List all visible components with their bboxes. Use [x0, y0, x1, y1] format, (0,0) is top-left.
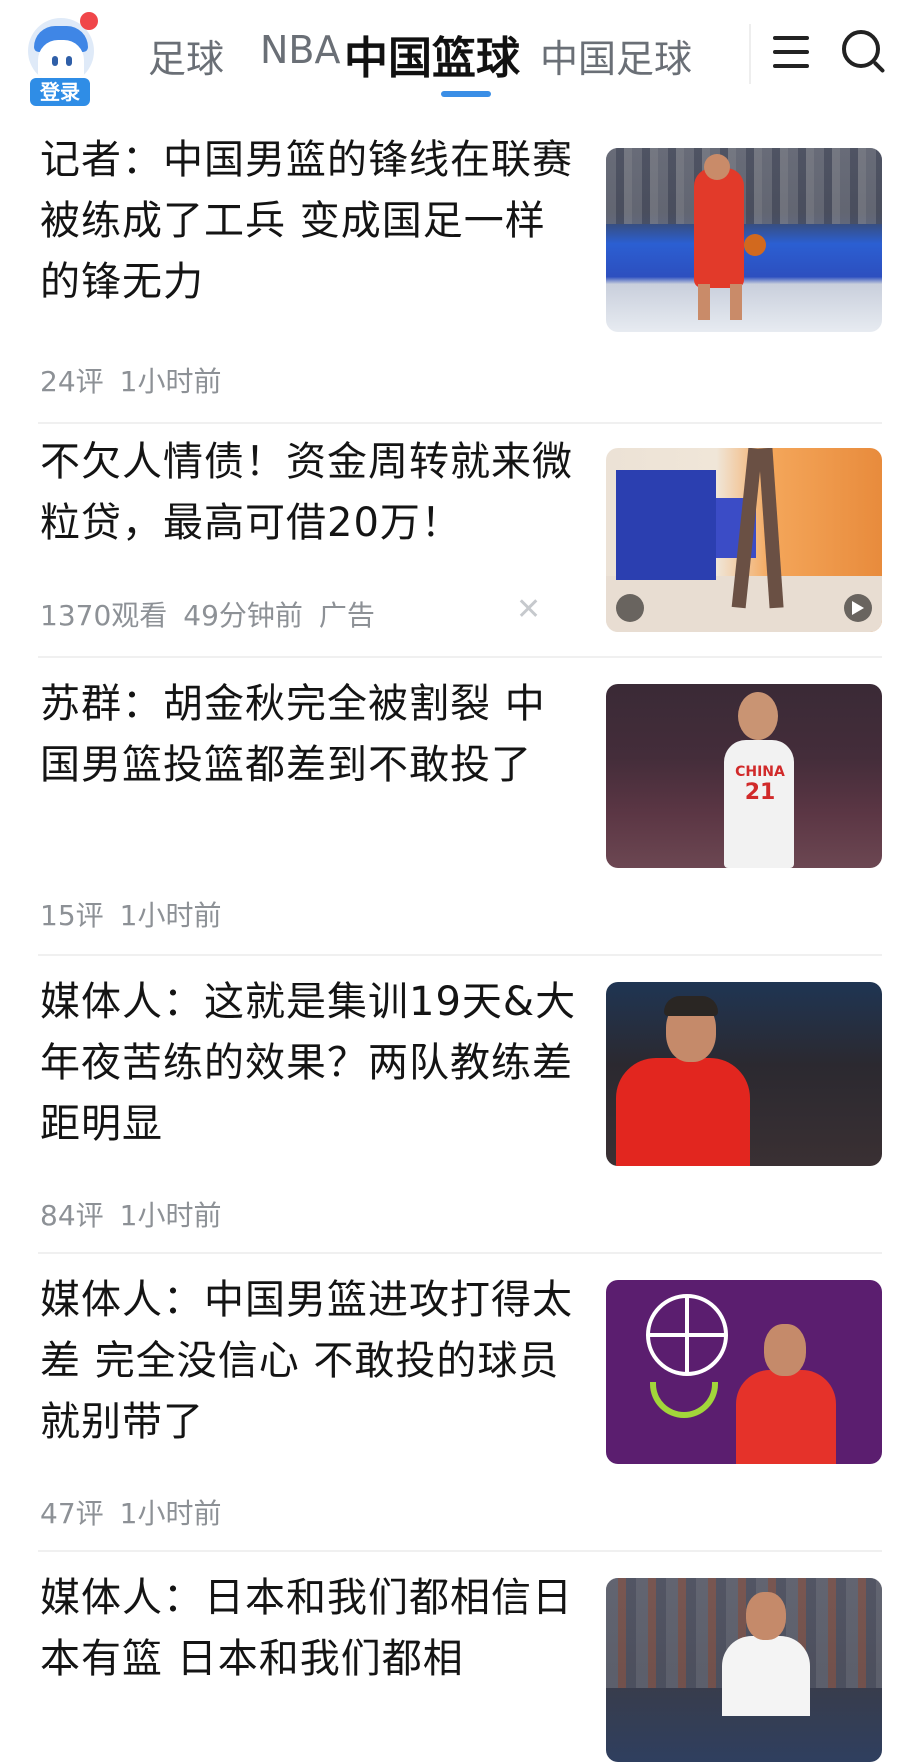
tab-china-football[interactable]: 中国足球: [540, 28, 692, 83]
notification-dot: [80, 12, 98, 30]
feed-item-title[interactable]: 记者：中国男篮的锋线在联赛被练成了工兵 变成国足一样的锋无力: [40, 130, 580, 313]
publish-time: 1小时前: [119, 899, 222, 932]
comment-count: 84评: [40, 1199, 104, 1232]
login-label[interactable]: 登录: [30, 78, 90, 106]
close-icon[interactable]: ✕: [516, 592, 541, 627]
ad-label: 广告: [318, 599, 375, 632]
comment-count: 47评: [40, 1497, 104, 1530]
tab-football[interactable]: 足球: [148, 28, 224, 83]
feed-item-title[interactable]: 苏群：胡金秋完全被割裂 中国男篮投篮都差到不敢投了: [40, 674, 580, 796]
jersey-text: CHINA: [735, 764, 785, 780]
feed-separator: [38, 954, 882, 956]
feed-separator: [38, 1550, 882, 1552]
active-tab-indicator: [441, 91, 491, 97]
feed-item-meta: 15评 1小时前: [40, 894, 237, 934]
search-icon[interactable]: [842, 30, 888, 76]
publish-time: 49分钟前: [183, 599, 303, 632]
feed-item-meta: 24评 1小时前: [40, 360, 237, 400]
feed-item-title[interactable]: 媒体人：中国男篮进攻打得太差 完全没信心 不敢投的球员就别带了: [40, 1270, 580, 1453]
header-divider: [749, 24, 751, 84]
feed-separator: [38, 422, 882, 424]
menu-icon[interactable]: [773, 36, 809, 68]
top-header: 登录 足球 NBA 中国篮球 中国足球: [0, 0, 916, 120]
feed-item-thumbnail[interactable]: [606, 982, 882, 1166]
feed-item-thumbnail[interactable]: [606, 448, 882, 632]
comment-count: 24评: [40, 365, 104, 398]
channel-tabs: 足球 NBA 中国篮球 中国足球: [148, 20, 748, 100]
jersey-number: 21: [744, 780, 776, 805]
publish-time: 1小时前: [119, 1199, 222, 1232]
feed-item-title[interactable]: 不欠人情债！资金周转就来微粒贷，最高可借20万！: [40, 432, 580, 554]
feed-item-meta: 84评 1小时前: [40, 1194, 237, 1234]
tabs-fade: [740, 18, 748, 90]
feed-item-thumbnail[interactable]: [606, 148, 882, 332]
feed-separator: [38, 1252, 882, 1254]
feed-item-thumbnail[interactable]: [606, 1578, 882, 1762]
publish-time: 1小时前: [119, 1497, 222, 1530]
tab-china-basketball[interactable]: 中国篮球: [344, 22, 520, 86]
feed-item-title[interactable]: 媒体人：日本和我们都相信日本有篮 日本和我们都相: [40, 1568, 580, 1690]
view-count: 1370观看: [40, 599, 168, 632]
feed-item-meta: 47评 1小时前: [40, 1492, 237, 1532]
tab-nba[interactable]: NBA: [260, 28, 341, 72]
mute-icon[interactable]: [616, 594, 644, 622]
feed-item-title[interactable]: 媒体人：这就是集训19天&大年夜苦练的效果？两队教练差距明显: [40, 972, 580, 1155]
feed-item-meta: 1370观看 49分钟前 广告: [40, 594, 391, 634]
feed-item-thumbnail[interactable]: [606, 1280, 882, 1464]
feed-item-thumbnail[interactable]: CHINA 21: [606, 684, 882, 868]
comment-count: 15评: [40, 899, 104, 932]
login-avatar[interactable]: 登录: [22, 12, 102, 106]
feed-separator: [38, 656, 882, 658]
publish-time: 1小时前: [119, 365, 222, 398]
